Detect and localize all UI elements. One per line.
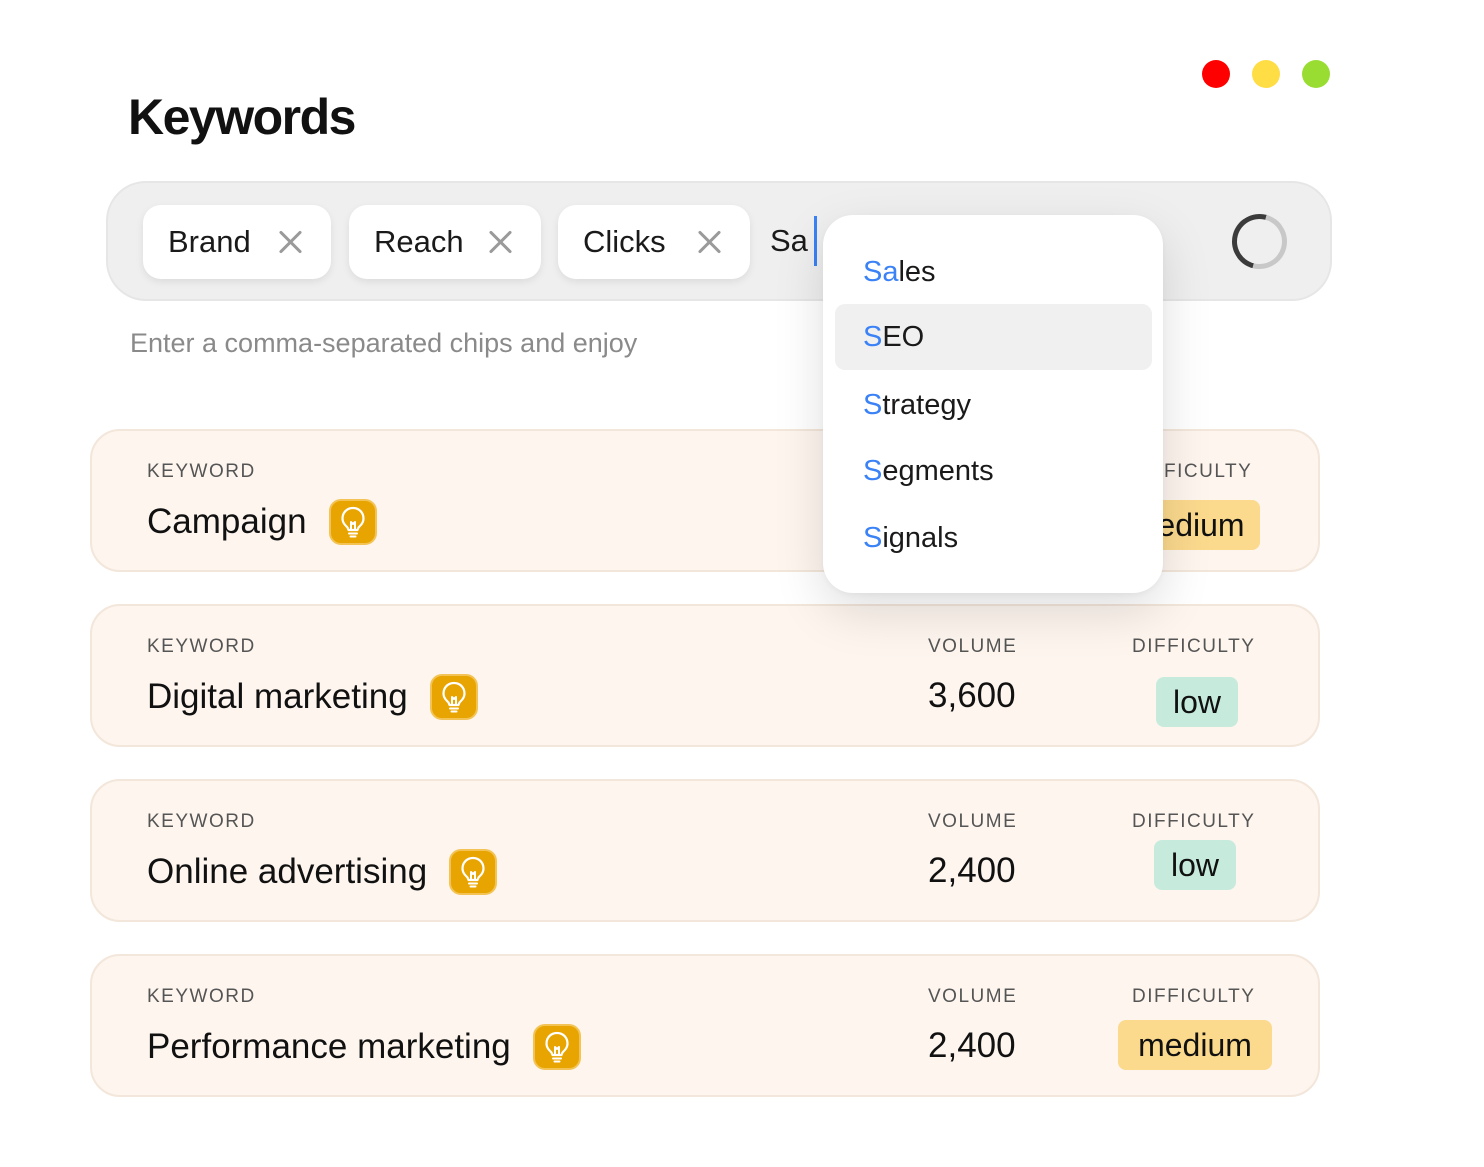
keyword-card[interactable]: KEYWORD VOLUME DIFFICULTY Performance ma… [90, 954, 1320, 1097]
keyword-value: Performance marketing [147, 1024, 581, 1070]
difficulty-badge: medium [1118, 1020, 1272, 1070]
suggestions-dropdown: Sa les S EO Strategy Segments Signals [823, 215, 1163, 593]
difficulty-label: DIFFICULTY [1132, 811, 1256, 832]
suggestion-seo[interactable]: S EO [835, 304, 1152, 370]
chip-brand: Brand [143, 205, 331, 279]
volume-label: VOLUME [928, 811, 1018, 832]
suggestion-match: S [863, 521, 883, 554]
suggestion-match: S [863, 388, 883, 421]
keyword-text: Digital marketing [147, 677, 408, 716]
suggestion-rest: trategy [882, 388, 972, 421]
difficulty-badge: low [1154, 840, 1236, 890]
lightbulb-icon[interactable] [429, 674, 478, 720]
suggestion-match: Sa [863, 255, 899, 288]
difficulty-badge: low [1156, 677, 1238, 727]
keyword-text: Online advertising [147, 852, 428, 891]
volume-label: VOLUME [928, 636, 1018, 657]
difficulty-label: FICULTY [1164, 461, 1253, 482]
keyword-card[interactable]: KEYWORD VOLUME DIFFICULTY Digital market… [90, 604, 1320, 747]
volume-value: 3,600 [928, 676, 1016, 715]
suggestion-rest: EO [882, 320, 925, 353]
difficulty-label: DIFFICULTY [1132, 986, 1256, 1007]
chip-text-input[interactable]: Sa [770, 216, 817, 266]
typed-value: Sa [770, 223, 808, 258]
chip-label: Brand [168, 224, 251, 259]
lightbulb-icon[interactable] [328, 499, 377, 545]
keyword-label: KEYWORD [147, 636, 256, 657]
volume-label: VOLUME [928, 986, 1018, 1007]
keyword-label: KEYWORD [147, 986, 256, 1007]
suggestion-strategy[interactable]: Strategy [835, 372, 1152, 438]
lightbulb-icon[interactable] [449, 849, 498, 895]
keyword-value: Online advertising [147, 849, 498, 895]
keyword-text: Campaign [147, 502, 307, 541]
keyword-value: Digital marketing [147, 674, 478, 720]
chip-input-hint: Enter a comma-separated chips and enjoy [130, 328, 638, 358]
suggestion-signals[interactable]: Signals [835, 505, 1152, 571]
window-close-button[interactable] [1202, 60, 1230, 88]
difficulty-label: DIFFICULTY [1132, 636, 1256, 657]
suggestion-rest: egments [882, 454, 994, 487]
suggestion-match: S [863, 320, 883, 353]
chip-label: Reach [374, 224, 464, 259]
volume-value: 2,400 [928, 851, 1016, 890]
close-icon[interactable] [487, 229, 513, 255]
page-title: Keywords [128, 89, 356, 145]
window-minimize-button[interactable] [1252, 60, 1280, 88]
keyword-label: KEYWORD [147, 811, 256, 832]
chip-label: Clicks [583, 224, 666, 259]
chip-reach: Reach [349, 205, 541, 279]
close-icon[interactable] [696, 229, 722, 255]
suggestion-rest: ignals [882, 521, 959, 554]
close-icon[interactable] [277, 229, 303, 255]
suggestion-rest: les [898, 255, 936, 288]
suggestion-match: S [863, 454, 883, 487]
suggestion-segments[interactable]: Segments [835, 438, 1152, 504]
keyword-card[interactable]: KEYWORD VOLUME DIFFICULTY Online adverti… [90, 779, 1320, 922]
text-caret [813, 216, 817, 266]
spinner-icon [1221, 203, 1298, 280]
volume-value: 2,400 [928, 1026, 1016, 1065]
keyword-value: Campaign [147, 499, 377, 545]
window-maximize-button[interactable] [1302, 60, 1330, 88]
keyword-label: KEYWORD [147, 461, 256, 482]
keyword-text: Performance marketing [147, 1027, 511, 1066]
chip-clicks: Clicks [558, 205, 750, 279]
lightbulb-icon[interactable] [532, 1024, 581, 1070]
suggestion-sales[interactable]: Sa les [835, 239, 1152, 305]
